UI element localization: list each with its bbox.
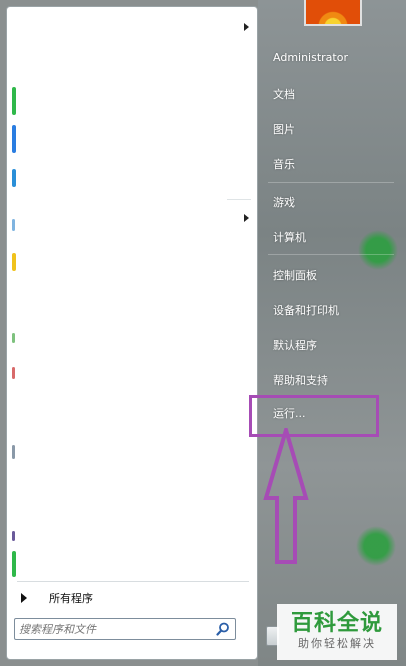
watermark-logo: 百科全说 助你轻松解决 [277,604,397,660]
up-arrow-annotation-icon [263,428,309,564]
menu-item-pictures[interactable]: 图片 [273,121,295,137]
menu-item-documents[interactable]: 文档 [273,86,295,102]
program-icon[interactable] [12,253,16,271]
recent-item-expand-arrow-icon[interactable] [244,214,249,222]
all-programs-button[interactable]: 所有程序 [13,587,253,609]
program-icon[interactable] [12,125,16,153]
user-avatar[interactable] [304,0,362,26]
menu-item-user[interactable]: Administrator [273,51,348,64]
program-icon[interactable] [12,169,16,187]
search-input[interactable] [15,621,215,637]
search-icon[interactable] [215,621,231,637]
menu-item-help-support[interactable]: 帮助和支持 [273,372,328,388]
program-icon[interactable] [12,367,15,379]
search-box[interactable] [14,618,236,640]
menu-separator [268,182,394,183]
program-icon[interactable] [12,333,15,343]
program-icon[interactable] [12,551,16,577]
play-right-icon [21,593,27,603]
menu-item-default-programs[interactable]: 默认程序 [273,337,317,353]
menu-item-computer[interactable]: 计算机 [273,229,306,245]
menu-item-games[interactable]: 游戏 [273,194,295,210]
menu-item-music[interactable]: 音乐 [273,156,295,172]
program-icon[interactable] [12,531,15,541]
all-programs-separator [17,581,249,582]
program-icon[interactable] [12,219,15,231]
watermark-subtitle: 助你轻松解决 [298,637,376,650]
menu-item-control-panel[interactable]: 控制面板 [273,267,317,283]
list-separator [227,199,251,200]
all-programs-label: 所有程序 [49,592,93,605]
menu-separator [268,254,394,255]
menu-item-devices-printers[interactable]: 设备和打印机 [273,302,339,318]
pinned-item-expand-arrow-icon[interactable] [244,23,249,31]
watermark-title: 百科全说 [290,611,383,636]
program-icon[interactable] [12,445,15,459]
start-menu-program-list: 所有程序 [6,6,258,660]
program-icon[interactable] [12,87,16,115]
